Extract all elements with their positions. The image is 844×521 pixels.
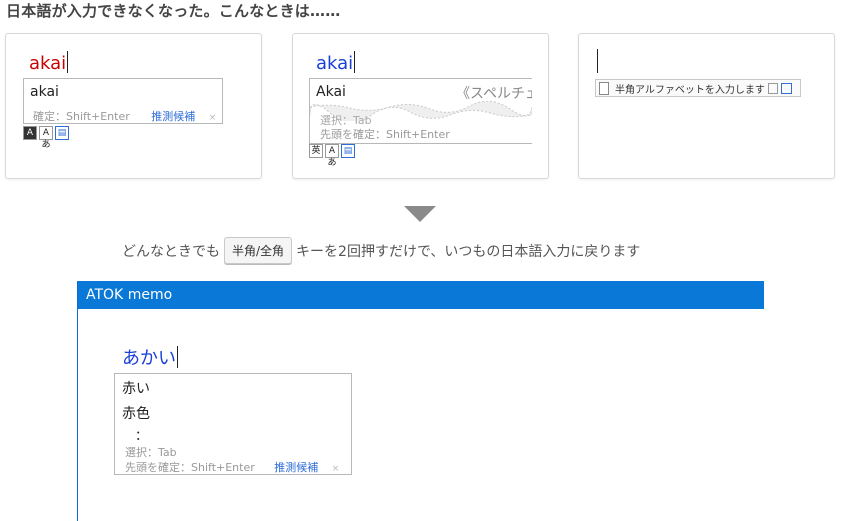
candidate-item[interactable]: akai (30, 84, 59, 100)
instruction-after: キーを2回押すだけで、いつもの日本語入力に戻ります (296, 243, 641, 260)
close-icon[interactable]: × (332, 464, 340, 474)
example-card-3: 半角アルファベットを入力します (578, 33, 835, 179)
hankaku-zenkaku-key: 半角/全角 (224, 237, 293, 264)
guess-link[interactable]: 推測候補 (151, 110, 195, 123)
hint-confirm: 先頭を確定：Shift+Enter (320, 128, 450, 141)
menu-list-icon[interactable]: ▤ (55, 126, 69, 140)
menu-list-icon[interactable]: ▤ (341, 144, 355, 158)
text-caret (67, 51, 69, 73)
instruction-before: どんなときでも (122, 243, 220, 260)
text-caret (177, 346, 178, 368)
candidate-hint: 確定：Shift+Enter 推測候補 × (33, 110, 217, 123)
spell-check-label: 《スペルチェ (456, 86, 532, 102)
ime-toolbar: A Aあ ▤ (23, 126, 69, 150)
mode-hint-text: 半角アルファベットを入力します (615, 84, 765, 96)
instruction-line: どんなときでも 半角/全角 キーを2回押すだけで、いつもの日本語入力に戻ります (122, 237, 640, 264)
typed-text: あかい (122, 346, 178, 369)
candidate-item[interactable]: Akai (316, 84, 346, 100)
hint-select: 選択：Tab (125, 446, 177, 459)
candidate-window: Akai 《スペルチェ 選択：Tab 先頭を確定：Shift+Enter (309, 78, 532, 144)
atok-memo-window: ATOK memo あかい 赤い 赤色 ： 選択：Tab 先頭を確定：Shift… (77, 281, 764, 521)
half-width-icon (599, 81, 609, 95)
page-heading: 日本語が入力できなくなった。こんなときは…… (6, 2, 341, 20)
mode-hint-bar: 半角アルファベットを入力します (595, 79, 801, 97)
candidate-hint: 先頭を確定：Shift+Enter 推測候補 × (125, 461, 340, 474)
guess-link[interactable]: 推測候補 (274, 461, 318, 474)
ime-toolbar: 英 Aあ ▤ (309, 144, 355, 168)
more-candidates: ： (135, 429, 149, 444)
text-caret (354, 51, 356, 73)
mode-eng-icon[interactable]: 英 (309, 144, 323, 158)
pen-icon[interactable] (767, 82, 778, 94)
example-card-2: akai Akai 《スペルチェ 選択：Tab 先頭を確定：Shift+Ente… (292, 33, 549, 179)
candidate-window: akai 確定：Shift+Enter 推測候補 × (23, 78, 223, 124)
candidate-item[interactable]: 赤い (122, 378, 150, 398)
down-arrow-icon (404, 206, 436, 222)
close-icon[interactable]: × (209, 113, 217, 123)
menu-list-icon[interactable] (780, 82, 792, 94)
text-caret (597, 49, 598, 73)
example-card-1: akai akai 確定：Shift+Enter 推測候補 × A Aあ ▤ (5, 33, 262, 179)
window-title: ATOK memo (78, 281, 764, 309)
kana-mode-icon[interactable]: Aあ (325, 144, 339, 168)
candidate-item[interactable]: 赤色 (122, 403, 150, 423)
mode-alpha-icon[interactable]: A (23, 126, 37, 140)
candidate-window: 赤い 赤色 ： 選択：Tab 先頭を確定：Shift+Enter 推測候補 × (114, 373, 352, 475)
kana-mode-icon[interactable]: Aあ (39, 126, 53, 150)
typed-text: akai (29, 51, 69, 74)
typed-text: akai (316, 51, 356, 74)
